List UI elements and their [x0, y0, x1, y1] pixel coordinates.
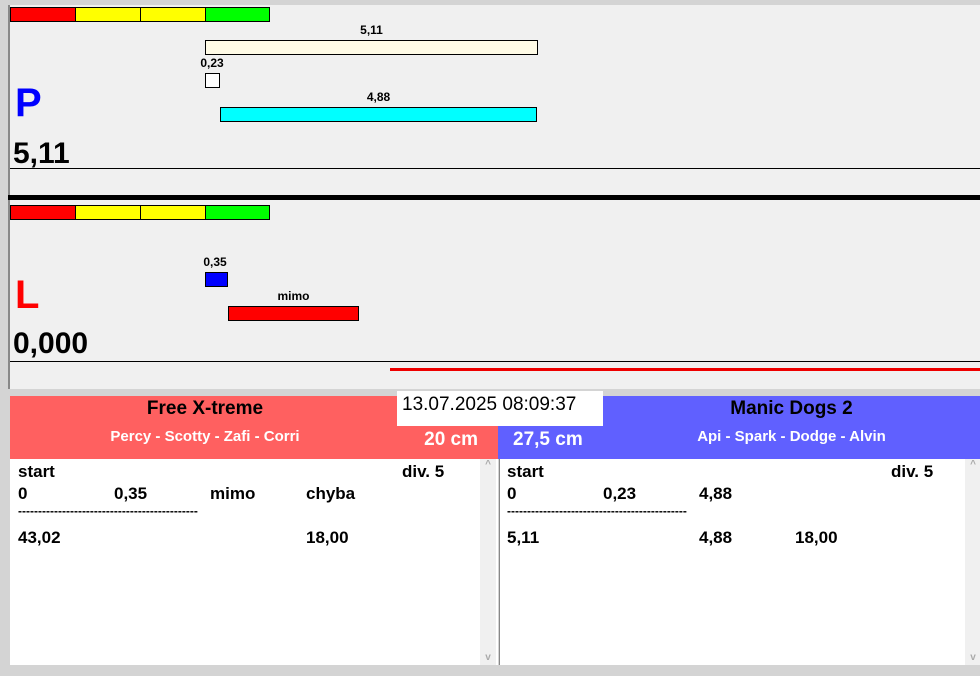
- left-results-list[interactable]: start div. 5 0 0,35 mimo chyba ---------…: [10, 459, 498, 665]
- dog-names: Percy - Scotty - Zafi - Corri: [110, 428, 300, 445]
- row-start: start: [18, 462, 55, 481]
- separator: ----------------------------------------…: [507, 504, 687, 518]
- scroll-up-icon[interactable]: ^: [965, 459, 980, 470]
- lane-letter: P: [15, 81, 42, 125]
- cell: 0: [507, 484, 517, 503]
- start-marker: [205, 73, 220, 88]
- progress-line: [390, 368, 980, 371]
- total-time: 5,11: [507, 528, 540, 547]
- cell: chyba: [306, 484, 356, 503]
- cell: 0,23: [603, 484, 637, 503]
- right-results-list[interactable]: start div. 5 0 0,23 4,88 ---------------…: [499, 459, 980, 665]
- total-time: 43,02: [18, 528, 61, 547]
- jump-height: 20 cm: [424, 429, 478, 450]
- color-segment-yellow: [140, 205, 206, 220]
- row-start: start: [507, 462, 544, 481]
- lane-letter: L: [15, 273, 40, 317]
- cell: 0: [18, 484, 28, 503]
- cell: mimo: [210, 484, 256, 503]
- color-segment-green: [205, 205, 270, 220]
- color-segment-yellow: [140, 7, 206, 22]
- lane-value: 5,11: [13, 137, 70, 170]
- separator: ----------------------------------------…: [18, 504, 198, 518]
- bar-label: 0,23: [200, 56, 224, 70]
- start-marker: [205, 272, 228, 287]
- division: div. 5: [891, 462, 934, 481]
- division: div. 5: [402, 462, 445, 481]
- p-lane-panel: 5,11 0,23 4,88 P 5,11: [8, 5, 980, 195]
- scroll-down-icon[interactable]: v: [965, 652, 980, 663]
- scroll-up-icon[interactable]: ^: [480, 459, 496, 470]
- dog-names: Api - Spark - Dodge - Alvin: [697, 428, 886, 445]
- total-bar: [205, 40, 538, 55]
- run-time: 4,88: [699, 528, 733, 547]
- bar-label: 5,11: [360, 23, 383, 37]
- scrollbar[interactable]: ^ v: [480, 459, 496, 665]
- team-name: Free X-treme: [146, 398, 264, 419]
- color-segment-green: [205, 7, 270, 22]
- bar-label: 4,88: [366, 90, 391, 104]
- color-segment-yellow: [75, 205, 141, 220]
- divider: [10, 361, 980, 362]
- l-lane-panel: 0,35 mimo L 0,000: [8, 200, 980, 389]
- datetime-display: 13.07.2025 08:09:37: [397, 391, 603, 426]
- team-name: Manic Dogs 2: [730, 398, 853, 419]
- scroll-down-icon[interactable]: v: [480, 652, 496, 663]
- color-segment-red: [10, 205, 76, 220]
- total-score: 18,00: [795, 528, 838, 547]
- color-segment-red: [10, 7, 76, 22]
- jump-height: 27,5 cm: [513, 429, 583, 450]
- divider: [10, 168, 980, 169]
- bar-label: mimo: [277, 289, 310, 303]
- lane-value: 0,000: [13, 327, 89, 360]
- run-bar: [220, 107, 537, 122]
- scrollbar[interactable]: ^ v: [965, 459, 980, 665]
- total-score: 18,00: [306, 528, 349, 547]
- miss-bar: [228, 306, 359, 321]
- cell: 4,88: [699, 484, 733, 503]
- color-segment-yellow: [75, 7, 141, 22]
- bar-label: 0,35: [203, 255, 227, 269]
- cell: 0,35: [114, 484, 148, 503]
